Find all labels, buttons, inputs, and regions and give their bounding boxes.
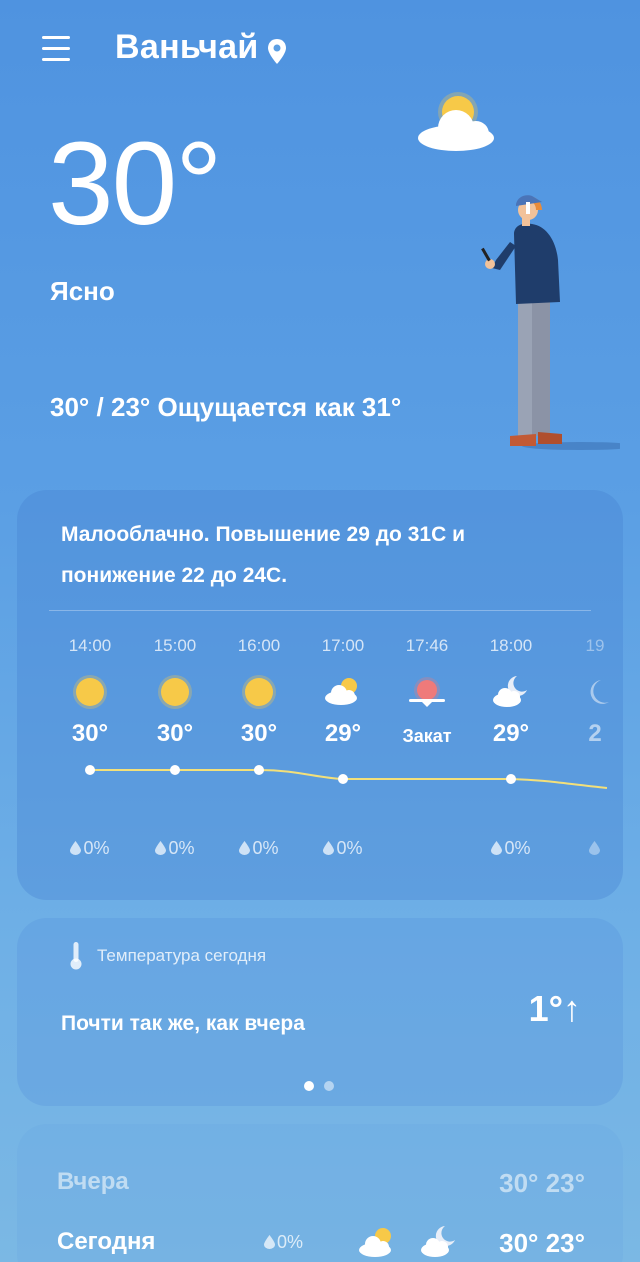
hour-precipitation: 0% bbox=[301, 838, 385, 859]
hourly-forecast-list[interactable]: 14:00 30° 0% 15:00 30° 0% 16:00 30° 0% 1… bbox=[17, 620, 623, 890]
moon-icon bbox=[590, 680, 609, 704]
forecast-summary: Малооблачно. Повышение 29 до 31C и пониж… bbox=[61, 523, 465, 587]
day-temperatures: 30° 23° bbox=[499, 1228, 585, 1258]
hour-time: 19 bbox=[585, 636, 605, 655]
temp-point bbox=[338, 774, 348, 784]
sun-icon bbox=[158, 675, 192, 709]
hour-precipitation: 0% bbox=[133, 838, 217, 859]
temperature-trend-line bbox=[85, 765, 608, 789]
location-pin-icon bbox=[268, 39, 286, 64]
current-temperature: 30° bbox=[48, 118, 222, 250]
sunset-label: Закат bbox=[402, 726, 452, 746]
top-bar: Ваньчай bbox=[0, 0, 640, 100]
raindrop-icon bbox=[155, 841, 167, 855]
raindrop-icon bbox=[588, 841, 600, 855]
day-name: Вчера bbox=[57, 1168, 129, 1195]
today-title: Температура сегодня bbox=[97, 946, 267, 965]
city-name[interactable]: Ваньчай bbox=[115, 28, 259, 67]
hour-time: 17:46 bbox=[405, 636, 449, 655]
day-precipitation: 0% bbox=[264, 1232, 303, 1253]
day-name: Сегодня bbox=[57, 1228, 156, 1255]
temperature-range-feels-like: 30° / 23° Ощущается как 31° bbox=[50, 392, 402, 422]
hour-temperature: 30° bbox=[71, 720, 109, 747]
hour-time: 16:00 bbox=[237, 636, 281, 655]
sun-icon bbox=[73, 675, 107, 709]
raindrop-icon bbox=[70, 841, 82, 855]
person-illustration bbox=[481, 195, 620, 450]
raindrop-icon bbox=[264, 1235, 275, 1249]
hour-time: 14:00 bbox=[68, 636, 112, 655]
temp-point bbox=[170, 765, 180, 775]
menu-icon[interactable] bbox=[40, 34, 74, 64]
temp-point bbox=[506, 774, 516, 784]
hour-precipitation: 0% bbox=[217, 838, 301, 859]
today-comparison-text: Почти так же, как вчера bbox=[61, 1012, 305, 1035]
hour-temperature: 29° bbox=[492, 720, 530, 747]
hour-precipitation bbox=[553, 838, 623, 859]
hour-precipitation: 0% bbox=[469, 838, 553, 859]
divider bbox=[49, 610, 591, 611]
sunset-icon bbox=[409, 677, 445, 707]
sun-cloud-icon bbox=[325, 678, 357, 705]
page-dot-active[interactable] bbox=[304, 1081, 314, 1091]
sun-cloud-icon bbox=[418, 92, 494, 151]
sun-cloud-icon bbox=[359, 1228, 391, 1257]
raindrop-icon bbox=[323, 841, 335, 855]
daily-forecast-card[interactable]: Вчера 30° 23° Сегодня 0% 30° 23° bbox=[17, 1124, 623, 1262]
day-temperatures: 30° 23° bbox=[499, 1168, 585, 1198]
hourly-forecast-card[interactable]: Малооблачно. Повышение 29 до 31C и пониж… bbox=[17, 490, 623, 900]
sun-icon bbox=[242, 675, 276, 709]
raindrop-icon bbox=[491, 841, 503, 855]
temperature-delta: 1°↑ bbox=[528, 988, 581, 1029]
raindrop-icon bbox=[239, 841, 251, 855]
page-dot[interactable] bbox=[324, 1081, 334, 1091]
hour-precipitation: 0% bbox=[48, 838, 132, 859]
moon-cloud-icon bbox=[493, 676, 527, 707]
hour-time: 17:00 bbox=[321, 636, 365, 655]
temperature-today-card[interactable]: Температура сегодня Почти так же, как вч… bbox=[17, 918, 623, 1106]
current-condition: Ясно bbox=[50, 276, 115, 306]
hour-time: 18:00 bbox=[489, 636, 533, 655]
hour-time: 15:00 bbox=[153, 636, 197, 655]
hour-temperature: 30° bbox=[156, 720, 194, 747]
hour-temperature: 30° bbox=[240, 720, 278, 747]
temp-point bbox=[85, 765, 95, 775]
hour-temperature: 2 bbox=[588, 720, 602, 747]
day-row-yesterday[interactable]: Вчера 30° 23° bbox=[17, 1168, 623, 1208]
page-indicator bbox=[302, 1081, 342, 1093]
thermometer-icon bbox=[70, 942, 82, 970]
temp-point bbox=[254, 765, 264, 775]
day-row-today[interactable]: Сегодня 0% 30° 23° bbox=[17, 1226, 623, 1262]
hour-temperature: 29° bbox=[324, 720, 362, 747]
moon-cloud-icon bbox=[421, 1226, 455, 1257]
